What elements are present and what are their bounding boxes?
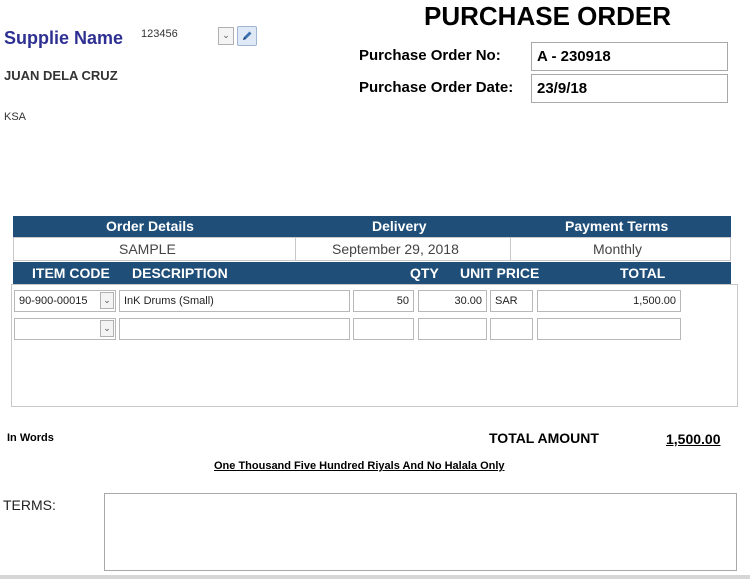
unit-price-cell[interactable]: [418, 318, 487, 340]
supplier-code: 123456: [141, 28, 178, 40]
delivery-header: Delivery: [372, 218, 427, 234]
description-header: DESCRIPTION: [132, 265, 228, 281]
line-total-cell[interactable]: [537, 318, 681, 340]
order-details-value[interactable]: SAMPLE: [119, 241, 176, 257]
line-total-cell[interactable]: 1,500.00: [537, 290, 681, 312]
po-date-label: Purchase Order Date:: [359, 79, 514, 96]
delivery-value[interactable]: September 29, 2018: [332, 241, 459, 257]
chevron-down-icon: ⌄: [222, 30, 230, 40]
unit-price-cell[interactable]: 30.00: [418, 290, 487, 312]
item-code-dropdown-button[interactable]: ⌄: [100, 292, 114, 309]
po-number-value: A - 230918: [537, 48, 611, 65]
po-number-field[interactable]: A - 230918: [531, 42, 728, 71]
summary-values-row: SAMPLE September 29, 2018 Monthly: [13, 237, 731, 261]
pencil-icon: [243, 31, 252, 40]
line-total-value: 1,500.00: [633, 295, 676, 307]
total-amount-label: TOTAL AMOUNT: [489, 430, 599, 446]
in-words-label: In Words: [7, 432, 54, 444]
page-title: PURCHASE ORDER: [424, 1, 672, 31]
item-code-header: ITEM CODE: [32, 265, 110, 281]
unit-price-header: UNIT PRICE: [460, 265, 540, 281]
terms-label: TERMS:: [3, 497, 56, 513]
item-code-dropdown-button[interactable]: ⌄: [100, 320, 114, 337]
order-details-header: Order Details: [106, 218, 194, 234]
unit-price-value: 30.00: [454, 295, 482, 307]
po-number-label: Purchase Order No:: [359, 47, 501, 64]
payment-terms-value[interactable]: Monthly: [593, 241, 642, 257]
description-cell[interactable]: [119, 318, 350, 340]
total-header: TOTAL: [620, 265, 666, 281]
summary-header-bar: Order Details Delivery Payment Terms: [13, 216, 731, 237]
po-date-field[interactable]: 23/9/18: [531, 74, 728, 103]
total-amount-value: 1,500.00: [666, 431, 721, 447]
payment-terms-header: Payment Terms: [565, 218, 669, 234]
chevron-down-icon: ⌄: [103, 323, 111, 333]
qty-cell[interactable]: 50: [353, 290, 414, 312]
description-cell[interactable]: InK Drums (Small): [119, 290, 350, 312]
supplier-name-value: JUAN DELA CRUZ: [4, 68, 118, 83]
currency-cell[interactable]: [490, 318, 533, 340]
currency-value: SAR: [495, 295, 518, 307]
currency-cell[interactable]: SAR: [490, 290, 533, 312]
amount-in-words: One Thousand Five Hundred Riyals And No …: [214, 460, 505, 472]
supplier-address: KSA: [4, 111, 27, 123]
edit-supplier-button[interactable]: [237, 26, 257, 46]
qty-header: QTY: [410, 265, 439, 281]
terms-field[interactable]: [104, 493, 737, 571]
po-date-value: 23/9/18: [537, 80, 588, 97]
supplier-name-label: Supplie Name: [4, 28, 124, 48]
item-code-value: 90-900-00015: [19, 295, 88, 307]
description-value: InK Drums (Small): [124, 295, 214, 307]
qty-value: 50: [396, 295, 409, 307]
supplier-dropdown-button[interactable]: ⌄: [218, 27, 234, 45]
items-header-bar: ITEM CODE DESCRIPTION QTY UNIT PRICE TOT…: [13, 262, 731, 284]
horizontal-scrollbar[interactable]: [0, 575, 750, 579]
chevron-down-icon: ⌄: [103, 295, 111, 305]
qty-cell[interactable]: [353, 318, 414, 340]
